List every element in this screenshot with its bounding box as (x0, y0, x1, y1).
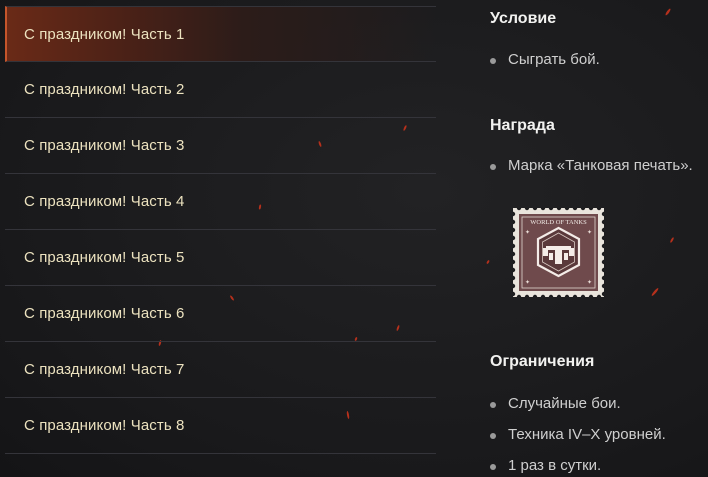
quest-label: С праздником! Часть 6 (24, 305, 185, 322)
quest-label: С праздником! Часть 4 (24, 193, 185, 210)
reward-title: Награда (490, 117, 555, 134)
condition-title: Условие (490, 10, 557, 27)
restriction-item: 1 раз в сутки. (490, 457, 666, 477)
quest-label: С праздником! Часть 8 (24, 417, 185, 434)
quest-label: С праздником! Часть 2 (24, 81, 185, 98)
condition-list: Сыграть бой. (490, 51, 600, 68)
svg-text:✦: ✦ (525, 229, 530, 236)
quest-item-4[interactable]: С праздником! Часть 4 (5, 174, 436, 230)
quest-list: С праздником! Часть 1 С праздником! Част… (5, 6, 436, 454)
quest-item-2[interactable]: С праздником! Часть 2 (5, 62, 436, 118)
stamp-caption: WORLD OF TANKS (530, 219, 587, 226)
quest-label: С праздником! Часть 7 (24, 361, 185, 378)
tank-stamp-icon: WORLD OF TANKS ✦ ✦ ✦ ✦ (510, 205, 607, 300)
restriction-item: Техника IV–X уровней. (490, 426, 666, 457)
condition-item: Сыграть бой. (490, 51, 600, 68)
quest-item-7[interactable]: С праздником! Часть 7 (5, 342, 436, 398)
quest-label: С праздником! Часть 1 (24, 25, 185, 43)
svg-text:✦: ✦ (525, 279, 530, 286)
reward-item: Марка «Танковая печать». (490, 157, 693, 174)
quest-page: С праздником! Часть 1 С праздником! Част… (0, 0, 708, 477)
svg-text:✦: ✦ (587, 229, 592, 236)
reward-list: Марка «Танковая печать». (490, 157, 693, 174)
quest-item-1[interactable]: С праздником! Часть 1 (5, 6, 436, 62)
quest-item-5[interactable]: С праздником! Часть 5 (5, 230, 436, 286)
quest-label: С праздником! Часть 5 (24, 249, 185, 266)
svg-text:✦: ✦ (587, 279, 592, 286)
restriction-item: Случайные бои. (490, 395, 666, 426)
quest-item-8[interactable]: С праздником! Часть 8 (5, 398, 436, 454)
quest-label: С праздником! Часть 3 (24, 137, 185, 154)
restrictions-list: Случайные бои. Техника IV–X уровней. 1 р… (490, 395, 666, 477)
restrictions-title: Ограничения (490, 353, 595, 370)
quest-item-3[interactable]: С праздником! Часть 3 (5, 118, 436, 174)
quest-item-6[interactable]: С праздником! Часть 6 (5, 286, 436, 342)
